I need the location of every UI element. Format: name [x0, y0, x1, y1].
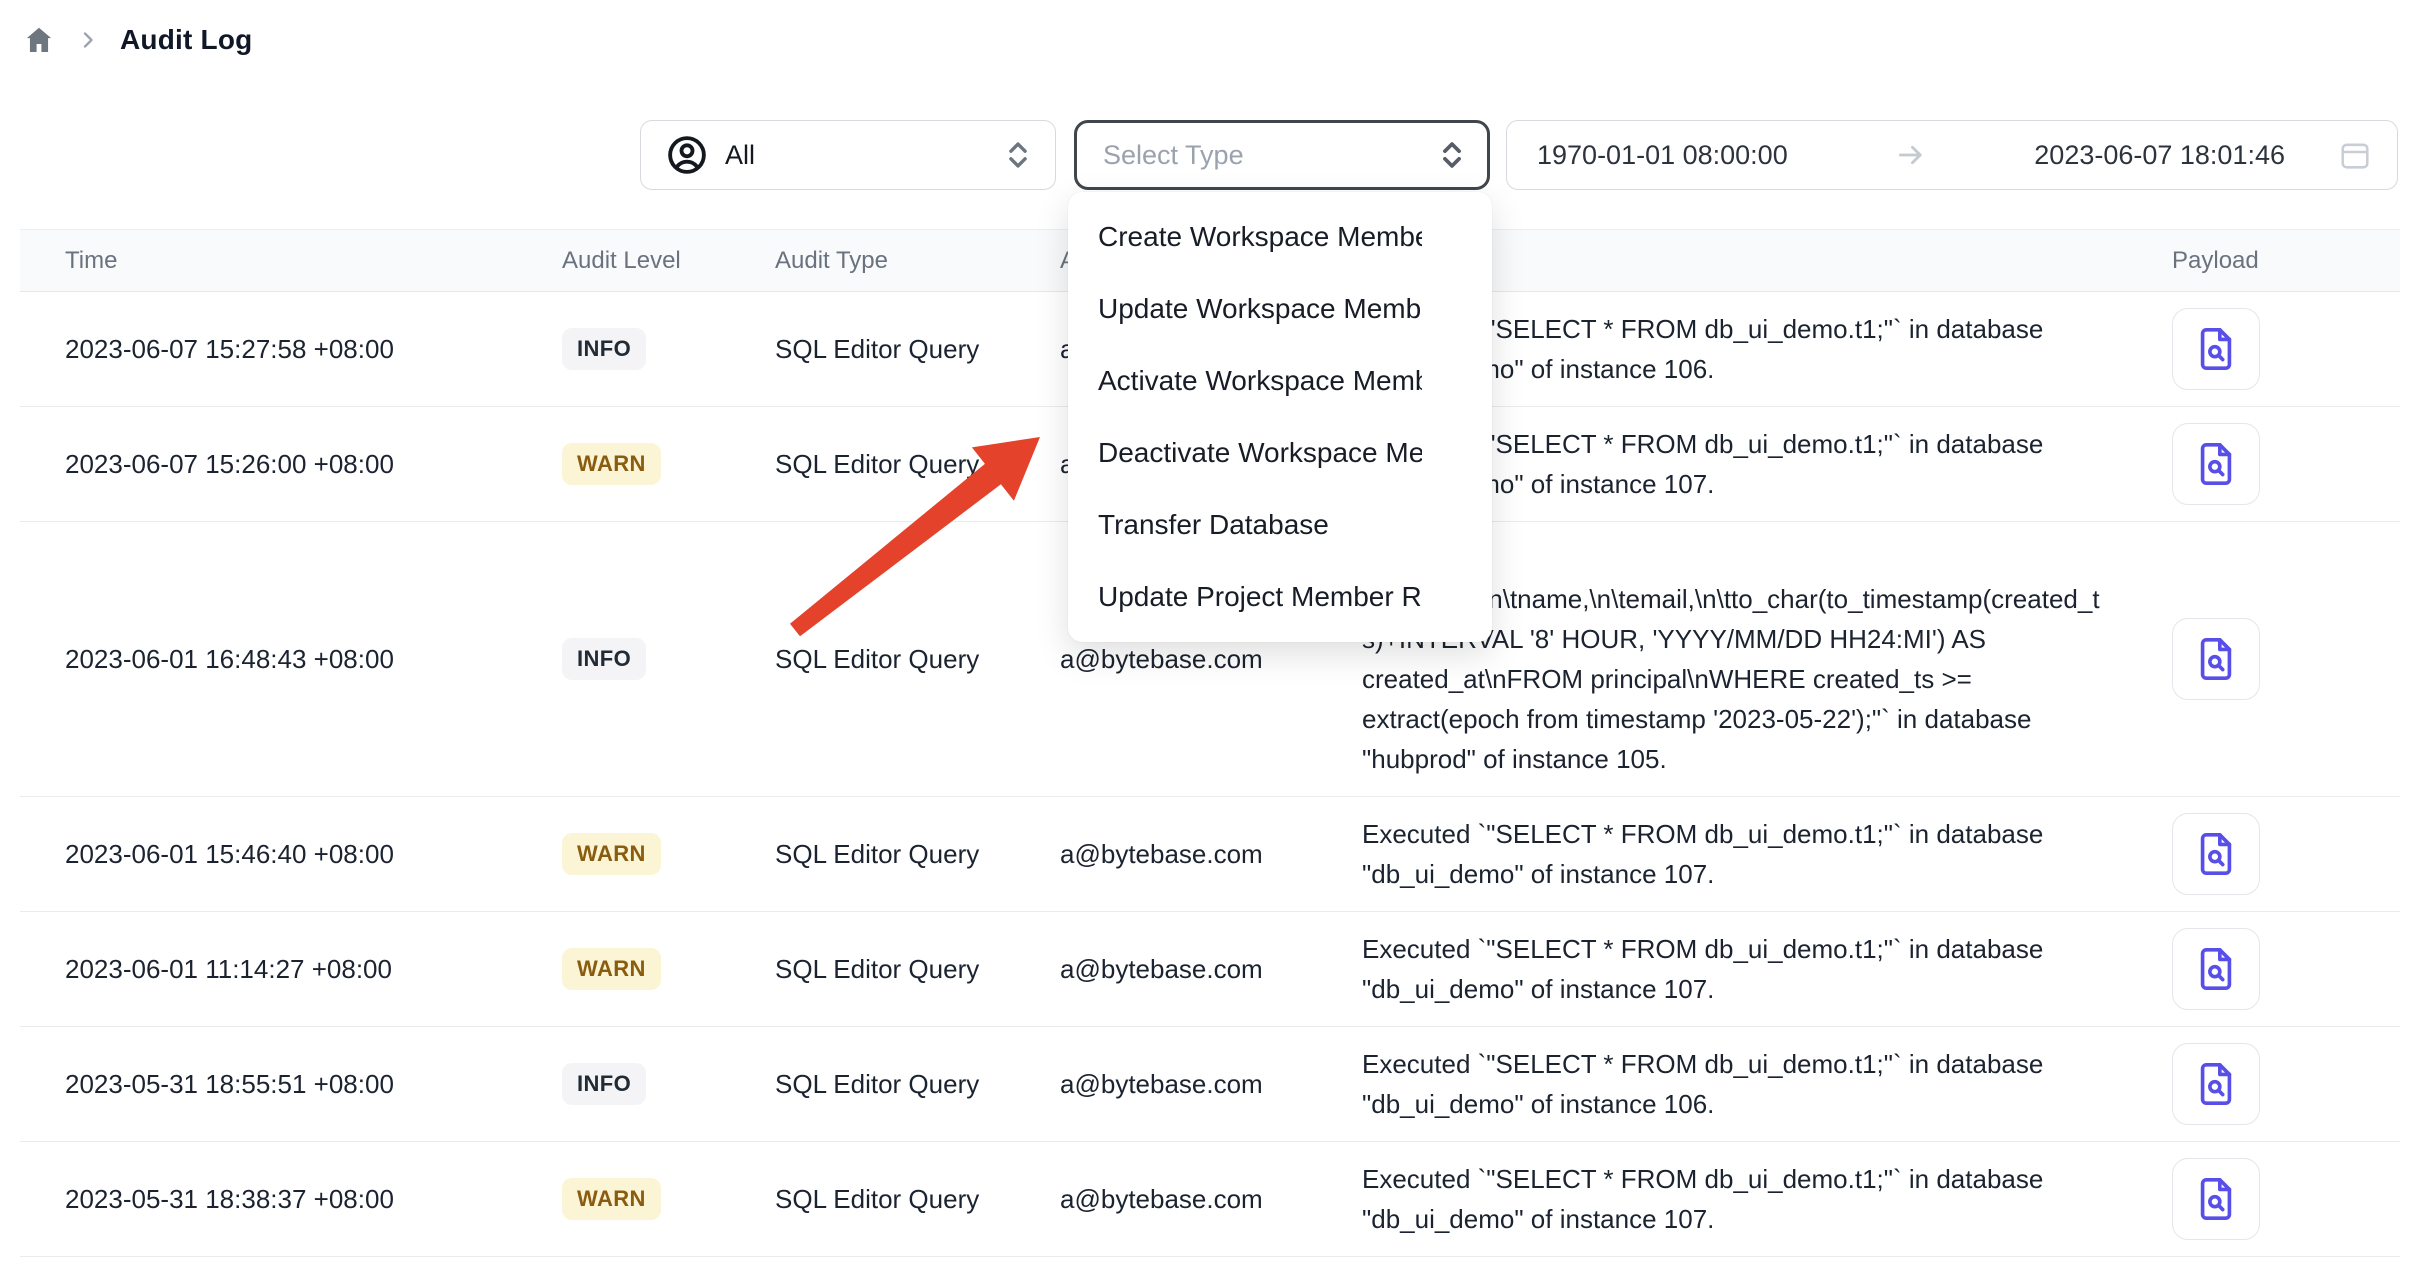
table-row: 2023-06-01 15:46:40 +08:00 WARN SQL Edit… [20, 797, 2400, 912]
cell-actor: a@bytebase.com [1060, 644, 1362, 675]
menu-item-update-workspace-member[interactable]: Update Workspace Member [1068, 273, 1492, 345]
view-payload-button[interactable] [2172, 928, 2260, 1010]
cell-time: 2023-05-31 18:38:37 +08:00 [20, 1184, 562, 1215]
cell-comment: Executed `"SELECT * FROM db_ui_demo.t1;"… [1362, 929, 2102, 1009]
table-row: 2023-05-31 18:55:51 +08:00 INFO SQL Edit… [20, 1027, 2400, 1142]
cell-time: 2023-06-07 15:27:58 +08:00 [20, 334, 562, 365]
menu-item-update-project-member[interactable]: Update Project Member Role [1068, 561, 1492, 633]
calendar-icon [2337, 137, 2373, 173]
view-payload-button[interactable] [2172, 308, 2260, 390]
home-icon[interactable] [22, 24, 56, 56]
view-payload-button[interactable] [2172, 813, 2260, 895]
cell-audit-type: SQL Editor Query [775, 839, 1060, 870]
menu-item-deactivate-workspace-member[interactable]: Deactivate Workspace Member [1068, 417, 1492, 489]
view-payload-button[interactable] [2172, 1158, 2260, 1240]
type-filter-select[interactable]: Select Type [1074, 120, 1490, 190]
page-title: Audit Log [120, 24, 252, 56]
view-payload-button[interactable] [2172, 423, 2260, 505]
cell-audit-type: SQL Editor Query [775, 644, 1060, 675]
file-search-icon [2193, 1061, 2239, 1107]
cell-time: 2023-06-01 11:14:27 +08:00 [20, 954, 562, 985]
chevron-right-icon [76, 28, 100, 52]
file-search-icon [2193, 326, 2239, 372]
file-search-icon [2193, 831, 2239, 877]
menu-item-create-workspace-member[interactable]: Create Workspace Member [1068, 201, 1492, 273]
cell-actor: a@bytebase.com [1060, 839, 1362, 870]
user-circle-icon [665, 133, 709, 177]
status-badge: WARN [562, 1178, 661, 1220]
actor-filter-value: All [725, 140, 985, 171]
cell-audit-type: SQL Editor Query [775, 954, 1060, 985]
cell-actor: a@bytebase.com [1060, 954, 1362, 985]
file-search-icon [2193, 1176, 2239, 1222]
chevrons-up-down-icon [1001, 138, 1035, 172]
type-select-menu: Create Workspace Member Update Workspace… [1068, 192, 1492, 642]
cell-time: 2023-05-31 18:55:51 +08:00 [20, 1069, 562, 1100]
menu-item-activate-workspace-member[interactable]: Activate Workspace Member [1068, 345, 1492, 417]
cell-comment: Executed `"SELECT * FROM db_ui_demo.t1;"… [1362, 1159, 2102, 1239]
status-badge: INFO [562, 638, 646, 680]
actor-filter-select[interactable]: All [640, 120, 1056, 190]
status-badge: WARN [562, 948, 661, 990]
table-row: 2023-05-31 18:38:37 +08:00 WARN SQL Edit… [20, 1142, 2400, 1257]
cell-actor: a@bytebase.com [1060, 1184, 1362, 1215]
date-range-end: 2023-06-07 18:01:46 [2034, 140, 2285, 171]
status-badge: INFO [562, 328, 646, 370]
cell-comment: Executed `"SELECT * FROM db_ui_demo.t1;"… [1362, 1044, 2102, 1124]
arrow-right-icon [1894, 138, 1928, 172]
chevrons-up-down-icon [1435, 138, 1469, 172]
status-badge: WARN [562, 443, 661, 485]
cell-actor: a@bytebase.com [1060, 1069, 1362, 1100]
cell-time: 2023-06-01 15:46:40 +08:00 [20, 839, 562, 870]
column-header-audit-level: Audit Level [562, 247, 775, 275]
column-header-payload: Payload [2102, 247, 2400, 275]
cell-audit-type: SQL Editor Query [775, 1184, 1060, 1215]
type-filter-placeholder: Select Type [1103, 140, 1435, 171]
file-search-icon [2193, 946, 2239, 992]
column-header-time: Time [20, 247, 562, 275]
status-badge: WARN [562, 833, 661, 875]
cell-time: 2023-06-01 16:48:43 +08:00 [20, 644, 562, 675]
status-badge: INFO [562, 1063, 646, 1105]
cell-audit-type: SQL Editor Query [775, 1069, 1060, 1100]
cell-audit-type: SQL Editor Query [775, 334, 1060, 365]
menu-item-transfer-database[interactable]: Transfer Database [1068, 489, 1492, 561]
cell-comment: Executed `"SELECT * FROM db_ui_demo.t1;"… [1362, 814, 2102, 894]
breadcrumb: Audit Log [22, 24, 252, 56]
cell-time: 2023-06-07 15:26:00 +08:00 [20, 449, 562, 480]
column-header-audit-type: Audit Type [775, 247, 1060, 275]
date-range-start: 1970-01-01 08:00:00 [1537, 140, 1788, 171]
cell-audit-type: SQL Editor Query [775, 449, 1060, 480]
view-payload-button[interactable] [2172, 1043, 2260, 1125]
file-search-icon [2193, 636, 2239, 682]
table-row: 2023-06-01 11:14:27 +08:00 WARN SQL Edit… [20, 912, 2400, 1027]
file-search-icon [2193, 441, 2239, 487]
date-range-picker[interactable]: 1970-01-01 08:00:00 2023-06-07 18:01:46 [1506, 120, 2398, 190]
view-payload-button[interactable] [2172, 618, 2260, 700]
